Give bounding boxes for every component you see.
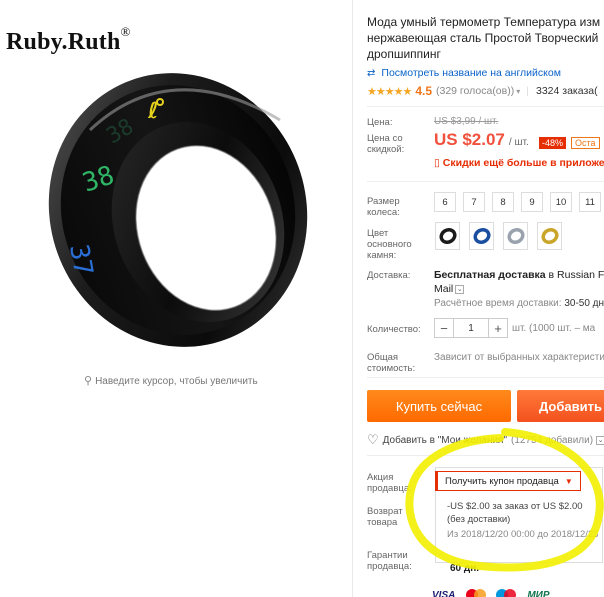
quantity-input[interactable]: 1 <box>454 318 488 338</box>
rating-separator: | <box>526 85 529 97</box>
coupon-description: -US $2.00 за заказ от US $2.00 (без дост… <box>447 501 583 525</box>
color-option-blue[interactable] <box>469 222 494 250</box>
wishlist-link[interactable]: ♡ Добавить в "Мои желания" (12754 добави… <box>367 432 604 448</box>
discount-price-label: Цена со скидкой: <box>367 133 405 155</box>
time-remaining-badge: Оста <box>571 137 600 149</box>
mir-icon: МИР <box>527 589 550 597</box>
shipping-info: Бесплатная доставка в Russian Fed Mail⌄ <box>434 269 604 295</box>
color-option-black[interactable] <box>435 222 460 250</box>
heart-icon: ♡ <box>367 432 379 447</box>
rating-row: ★★★★★ 4.5 (329 голоса(ов)) ▾ | 3324 зака… <box>367 84 598 98</box>
discount-badge: -48% <box>539 137 567 149</box>
quantity-stepper: − 1 + <box>434 318 508 338</box>
delivery-estimate: Расчётное время доставки: 30-50 дн <box>434 298 604 309</box>
quantity-increase-button[interactable]: + <box>488 318 508 338</box>
color-option-silver[interactable] <box>503 222 528 250</box>
panel-divider <box>352 0 353 597</box>
chevron-down-icon[interactable]: ▾ <box>516 87 520 96</box>
guarantee-value: 60 дн. <box>450 563 480 574</box>
size-option-11[interactable]: 11 <box>579 192 601 212</box>
translate-link[interactable]: ⇄ Посмотреть название на английском <box>367 67 561 79</box>
color-option-gold[interactable] <box>537 222 562 250</box>
size-options: 6 7 8 9 10 11 <box>434 192 601 212</box>
stone-color-options <box>435 222 562 250</box>
app-discount-link[interactable]: ▯ Скидки ещё больше в приложени <box>434 157 604 169</box>
divider <box>367 106 604 107</box>
brand-logo: Ruby.Ruth® <box>6 24 131 55</box>
rating-votes-link[interactable]: (329 голоса(ов)) <box>436 85 514 97</box>
old-price: US $3,99 / шт. <box>434 116 499 127</box>
size-option-8[interactable]: 8 <box>492 192 514 212</box>
add-to-cart-button[interactable]: Добавить <box>517 390 604 422</box>
total-note: Зависит от выбранных характеристи <box>434 352 604 363</box>
seller-promo-label: Акция продавца: <box>367 472 412 494</box>
size-option-9[interactable]: 9 <box>521 192 543 212</box>
product-image-ring[interactable]: ℓ 38 38 37 <box>30 60 320 360</box>
quantity-decrease-button[interactable]: − <box>434 318 454 338</box>
coupon-validity: Из 2018/12/20 00:00 до 2018/12/23 <box>447 529 599 540</box>
mastercard-icon <box>466 589 487 597</box>
current-price: US $2.07/ шт. <box>434 130 529 149</box>
product-details-panel: Мода умный термометр Температура изм нер… <box>367 0 604 597</box>
get-seller-coupon-button[interactable]: Получить купон продавца ▼ <box>435 471 581 491</box>
chevron-down-icon[interactable]: ⌄ <box>596 435 604 445</box>
quantity-available-note: шт. (1000 шт. – ма <box>512 323 596 334</box>
phone-icon: ▯ <box>434 157 440 169</box>
total-label: Общая стоимость: <box>367 352 416 374</box>
visa-icon: VISA <box>432 589 456 597</box>
magnifier-icon: ⚲ <box>84 375 93 387</box>
returns-label: Возврат товара <box>367 506 403 528</box>
product-title: Мода умный термометр Температура изм нер… <box>367 15 601 61</box>
caret-down-icon: ▼ <box>564 476 573 486</box>
divider <box>367 181 604 182</box>
quantity-label: Количество: <box>367 324 421 335</box>
buy-now-button[interactable]: Купить сейчас <box>367 390 511 422</box>
price-label: Цена: <box>367 117 393 128</box>
product-image-panel: Ruby.Ruth® ℓ 38 38 37 ⚲ Наведите курсор,… <box>0 0 352 597</box>
shipping-method-dropdown[interactable]: ⌄ <box>455 284 465 294</box>
ring-digits-bottom: 37 <box>63 242 98 278</box>
size-option-7[interactable]: 7 <box>463 192 485 212</box>
stone-color-label: Цвет основного камня: <box>367 228 412 261</box>
divider <box>367 455 604 456</box>
size-option-6[interactable]: 6 <box>434 192 456 212</box>
guarantee-label: Гарантии продавца: <box>367 550 412 572</box>
translate-icon: ⇄ <box>367 68 376 79</box>
size-option-10[interactable]: 10 <box>550 192 572 212</box>
payment-methods: VISA МИР <box>429 588 553 597</box>
orders-count: 3324 заказа( <box>535 85 598 97</box>
rating-value: 4.5 <box>415 84 432 98</box>
maestro-icon <box>496 589 517 597</box>
rating-stars: ★★★★★ <box>367 85 412 98</box>
shipping-label: Доставка: <box>367 270 411 281</box>
size-label: Размер колеса: <box>367 196 400 218</box>
zoom-hint: ⚲ Наведите курсор, чтобы увеличить <box>84 375 258 387</box>
divider <box>367 377 604 378</box>
